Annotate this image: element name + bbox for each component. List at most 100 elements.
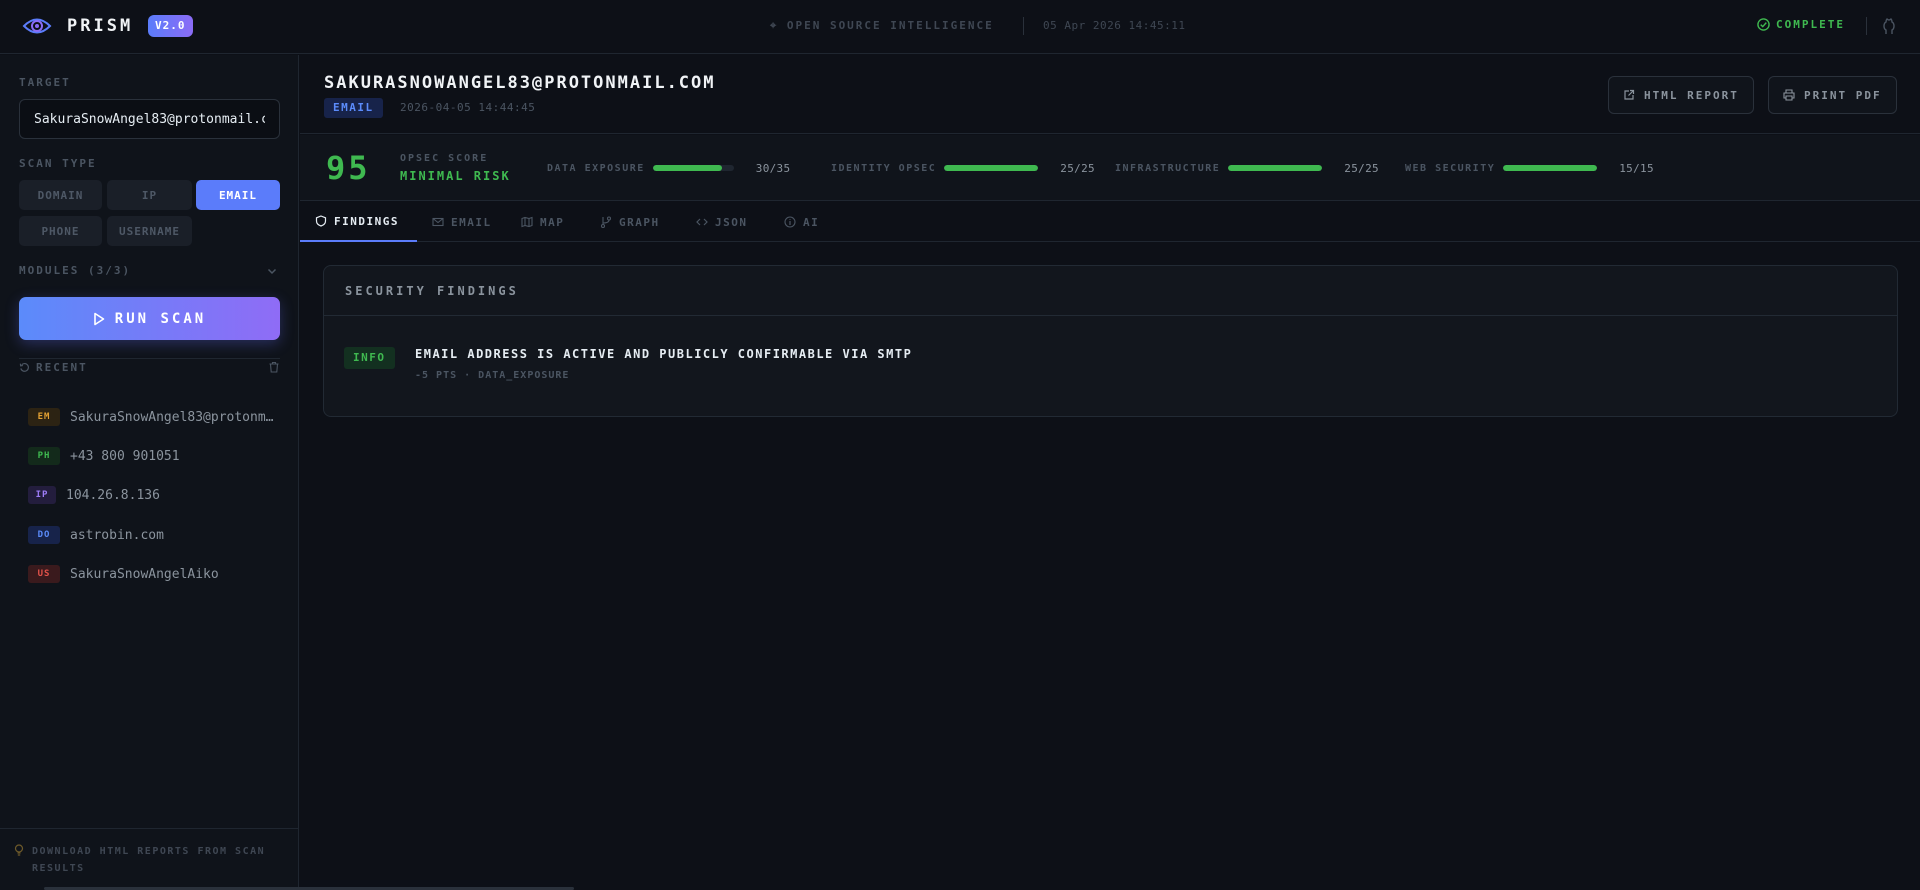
history-icon <box>19 362 29 372</box>
metric-label: DATA EXPOSURE <box>547 162 645 174</box>
metric-value: 30/35 <box>755 161 791 175</box>
tab-graph[interactable]: GRAPH <box>585 202 675 242</box>
eye-logo-icon <box>22 18 52 34</box>
metric-label: WEB SECURITY <box>1405 162 1496 174</box>
recent-item[interactable]: US SakuraSnowAngelAiko <box>28 564 278 584</box>
printer-icon <box>1783 89 1795 101</box>
divider <box>19 358 280 359</box>
panel-title: SECURITY FINDINGS <box>345 284 519 298</box>
metric-value: 25/25 <box>1344 161 1379 175</box>
target-type-badge: EMAIL <box>324 98 383 118</box>
opsec-score-value: 95 <box>326 149 371 187</box>
recent-item[interactable]: IP 104.26.8.136 <box>28 485 278 505</box>
print-pdf-label: PRINT PDF <box>1804 88 1882 102</box>
chevron-down-icon[interactable] <box>266 265 278 277</box>
sidebar: TARGET SCAN TYPE DOMAIN IP EMAIL PHONE U… <box>0 55 574 890</box>
finding-title: EMAIL ADDRESS IS ACTIVE AND PUBLICLY CON… <box>415 347 913 361</box>
tab-label: EMAIL <box>451 215 492 229</box>
run-scan-label: RUN SCAN <box>114 310 207 327</box>
scan-type-ip[interactable]: IP <box>107 180 192 210</box>
run-scan-button[interactable]: RUN SCAN <box>19 297 280 340</box>
trash-icon[interactable] <box>268 361 280 373</box>
metric-infrastructure: INFRASTRUCTURE 25/25 <box>1115 160 1379 176</box>
divider <box>0 828 299 829</box>
tab-ai[interactable]: AI <box>769 202 834 242</box>
html-report-button[interactable]: HTML REPORT <box>1608 76 1754 114</box>
shield-icon <box>315 215 327 227</box>
findings-panel: SECURITY FINDINGS INFO EMAIL ADDRESS IS … <box>323 265 1898 417</box>
scan-type-phone[interactable]: PHONE <box>19 216 102 246</box>
brand-name: PRISM <box>67 16 134 36</box>
app-subtitle: ⌖ OPEN SOURCE INTELLIGENCE <box>770 19 994 32</box>
top-bar: PRISM v2.0 ⌖ OPEN SOURCE INTELLIGENCE 05… <box>0 0 1920 54</box>
metric-label: IDENTITY OPSEC <box>831 162 937 174</box>
info-circle-icon <box>784 216 796 228</box>
opsec-score-label: OPSEC SCORE <box>400 153 489 164</box>
metric-label: INFRASTRUCTURE <box>1115 162 1221 174</box>
print-pdf-button[interactable]: PRINT PDF <box>1768 76 1897 114</box>
github-icon[interactable] <box>1881 17 1897 35</box>
opsec-score-bar: 95 OPSEC SCORE MINIMAL RISK DATA EXPOSUR… <box>300 135 1920 201</box>
scan-status: COMPLETE <box>1757 18 1845 31</box>
tab-json[interactable]: JSON <box>681 202 763 242</box>
tab-map[interactable]: MAP <box>506 202 579 242</box>
progress-bar <box>652 165 734 171</box>
scan-timestamp: 2026-04-05 14:44:45 <box>400 101 536 114</box>
tab-email[interactable]: EMAIL <box>417 202 507 242</box>
recent-item-text: astrobin.com <box>70 527 164 543</box>
divider <box>1866 17 1867 35</box>
scan-type-email[interactable]: EMAIL <box>196 180 280 210</box>
recent-item[interactable]: PH +43 800 901051 <box>28 446 278 466</box>
recent-item-text: 104.26.8.136 <box>66 487 160 503</box>
recent-header: RECENT <box>19 361 88 374</box>
recent-type-tag: DO <box>28 526 60 544</box>
recent-item-text: +43 800 901051 <box>70 448 180 464</box>
result-tabs: FINDINGS EMAIL MAP GRAPH JSON AI <box>300 202 1920 242</box>
clock: 05 Apr 2026 14:45:11 <box>1043 19 1186 32</box>
progress-fill <box>1228 165 1323 171</box>
recent-type-tag: IP <box>28 486 56 504</box>
scan-type-label: SCAN TYPE <box>19 157 97 170</box>
progress-bar <box>1503 165 1598 171</box>
scan-type-username[interactable]: USERNAME <box>107 216 192 246</box>
modules-toggle[interactable]: MODULES (3/3) <box>19 264 131 277</box>
page-title: SAKURASNOWANGEL83@PROTONMAIL.COM <box>324 73 716 93</box>
recent-type-tag: PH <box>28 447 60 465</box>
progress-fill <box>1503 165 1598 171</box>
tab-label: MAP <box>540 215 565 229</box>
progress-bar <box>944 165 1039 171</box>
recent-item[interactable]: DO astrobin.com <box>28 525 278 545</box>
tab-label: FINDINGS <box>334 214 399 228</box>
scan-type-domain[interactable]: DOMAIN <box>19 180 102 210</box>
html-report-label: HTML REPORT <box>1644 88 1739 102</box>
git-branch-icon <box>600 216 612 228</box>
target-label: TARGET <box>19 76 71 89</box>
tab-label: AI <box>803 215 820 229</box>
panel-header: SECURITY FINDINGS <box>324 266 1897 316</box>
tab-label: JSON <box>715 215 748 229</box>
play-icon <box>93 312 105 325</box>
metric-value: 15/15 <box>1619 161 1654 175</box>
tip-text: DOWNLOAD HTML REPORTS FROM SCAN RESULTS <box>32 846 266 874</box>
progress-bar <box>1228 165 1323 171</box>
target-input[interactable] <box>19 99 280 139</box>
tab-findings[interactable]: FINDINGS <box>300 202 417 242</box>
metric-web-security: WEB SECURITY 15/15 <box>1405 160 1654 176</box>
progress-fill <box>944 165 1039 171</box>
recent-item[interactable]: EM SakuraSnowAngel83@protonmail.com <box>28 407 278 427</box>
tab-label: GRAPH <box>619 215 660 229</box>
recent-type-tag: EM <box>28 408 60 426</box>
target-header: SAKURASNOWANGEL83@PROTONMAIL.COM EMAIL 2… <box>300 55 1920 134</box>
metric-value: 25/25 <box>1060 161 1095 175</box>
metric-data-exposure: DATA EXPOSURE 30/35 <box>547 160 790 176</box>
recent-item-text: SakuraSnowAngel83@protonmail.com <box>70 409 278 425</box>
map-icon <box>521 216 533 228</box>
check-circle-icon <box>1757 18 1770 31</box>
status-text: COMPLETE <box>1776 18 1845 31</box>
mail-icon <box>432 217 444 227</box>
divider <box>1023 17 1024 35</box>
code-icon <box>696 218 708 226</box>
recent-type-tag: US <box>28 565 60 583</box>
lightbulb-icon <box>14 844 24 856</box>
progress-fill <box>652 165 723 171</box>
